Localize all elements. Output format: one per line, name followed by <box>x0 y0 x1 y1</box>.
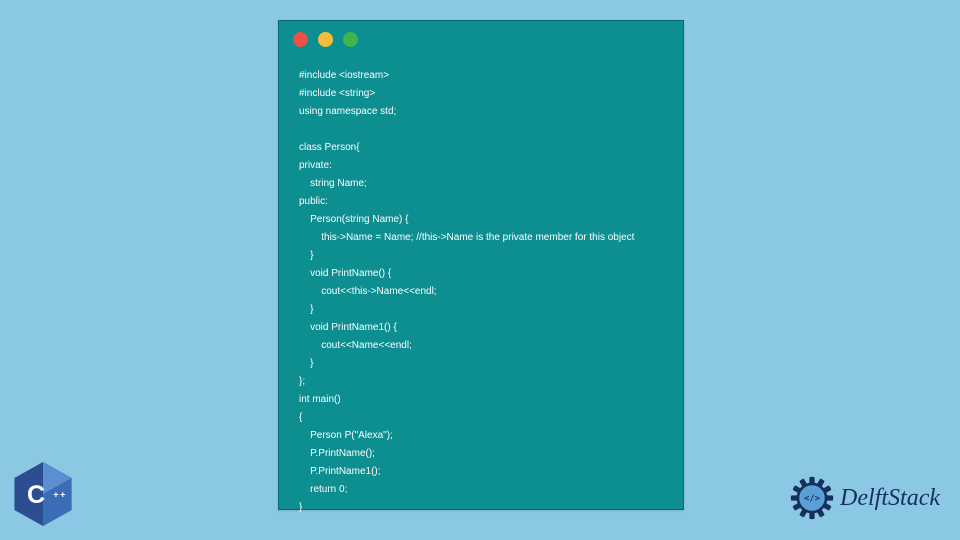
brand-logo: </> DelftStack <box>790 476 940 520</box>
gear-icon: </> <box>790 476 834 520</box>
svg-text:+: + <box>53 489 58 499</box>
svg-text:C: C <box>27 481 45 509</box>
code-content: #include <iostream> #include <string> us… <box>279 57 683 537</box>
window-titlebar <box>279 21 683 57</box>
minimize-dot-icon <box>318 32 333 47</box>
close-dot-icon <box>293 32 308 47</box>
code-window: #include <iostream> #include <string> us… <box>278 20 684 510</box>
maximize-dot-icon <box>343 32 358 47</box>
cpp-badge-icon: C + + <box>14 462 72 526</box>
brand-name: DelftStack <box>840 485 940 512</box>
svg-text:+: + <box>60 489 65 499</box>
svg-text:</>: </> <box>804 494 820 504</box>
